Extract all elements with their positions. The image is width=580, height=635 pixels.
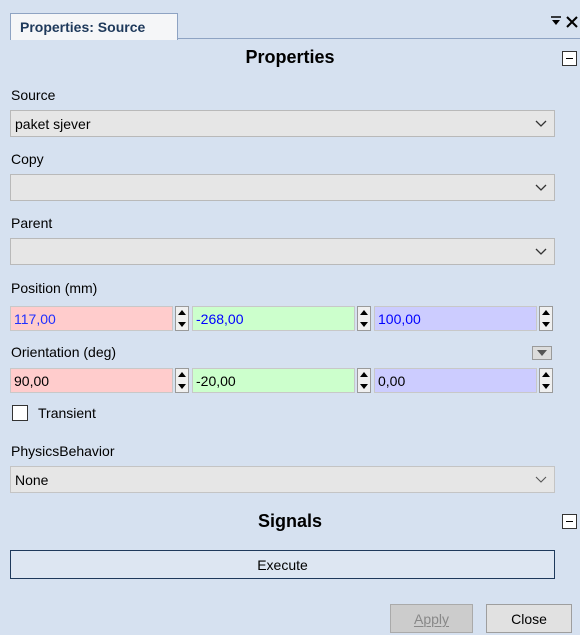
- apply-button[interactable]: Apply: [390, 604, 473, 633]
- source-label: Source: [11, 87, 56, 103]
- spin-up-icon[interactable]: [176, 307, 188, 318]
- position-x-field[interactable]: 117,00: [10, 306, 173, 331]
- spin-up-icon[interactable]: [358, 307, 370, 318]
- position-label: Position (mm): [11, 280, 98, 296]
- spin-down-icon[interactable]: [176, 319, 188, 330]
- execute-button[interactable]: Execute: [10, 550, 555, 579]
- physics-combo[interactable]: None: [10, 466, 555, 493]
- source-combo[interactable]: paket sjever: [10, 110, 555, 137]
- parent-combo[interactable]: [10, 238, 555, 265]
- physics-label: PhysicsBehavior: [11, 443, 115, 459]
- position-y-spinner[interactable]: [357, 306, 371, 331]
- chevron-down-icon[interactable]: [528, 467, 554, 492]
- chevron-down-icon[interactable]: [528, 175, 554, 200]
- close-icon[interactable]: [565, 13, 579, 31]
- orientation-x-field[interactable]: 90,00: [10, 368, 173, 393]
- transient-checkbox[interactable]: [12, 405, 28, 421]
- execute-label: Execute: [257, 556, 308, 573]
- spin-down-icon[interactable]: [176, 381, 188, 392]
- copy-combo[interactable]: [10, 174, 555, 201]
- apply-label: Apply: [413, 610, 450, 627]
- tab-properties-source[interactable]: Properties: Source: [10, 13, 178, 40]
- properties-collapse-icon[interactable]: [562, 51, 577, 66]
- chevron-down-icon[interactable]: [528, 239, 554, 264]
- spin-down-icon[interactable]: [540, 319, 552, 330]
- parent-label: Parent: [11, 215, 53, 231]
- dropdown-menu-icon[interactable]: [549, 14, 563, 30]
- physics-value: None: [15, 471, 49, 488]
- transient-label: Transient: [38, 405, 96, 421]
- spin-up-icon[interactable]: [358, 369, 370, 380]
- orientation-y-spinner[interactable]: [357, 368, 371, 393]
- close-button[interactable]: Close: [486, 604, 572, 633]
- signals-collapse-icon[interactable]: [562, 514, 577, 529]
- orientation-y-field[interactable]: -20,00: [192, 368, 355, 393]
- position-y-field[interactable]: -268,00: [192, 306, 355, 331]
- chevron-down-icon[interactable]: [528, 111, 554, 136]
- orientation-z-spinner[interactable]: [539, 368, 553, 393]
- position-z-spinner[interactable]: [539, 306, 553, 331]
- properties-header: Properties: [245, 47, 335, 67]
- position-z-field[interactable]: 100,00: [374, 306, 537, 331]
- spin-up-icon[interactable]: [176, 369, 188, 380]
- position-x-spinner[interactable]: [175, 306, 189, 331]
- orientation-options-icon[interactable]: [532, 346, 552, 360]
- source-value: paket sjever: [15, 115, 91, 132]
- spin-down-icon[interactable]: [358, 319, 370, 330]
- close-label: Close: [511, 610, 547, 627]
- spin-up-icon[interactable]: [540, 369, 552, 380]
- signals-header: Signals: [257, 511, 323, 531]
- copy-label: Copy: [11, 151, 44, 167]
- orientation-label: Orientation (deg): [11, 344, 117, 360]
- orientation-z-field[interactable]: 0,00: [374, 368, 537, 393]
- tab-bar: Properties: Source: [0, 0, 580, 40]
- tab-underline: [178, 38, 580, 39]
- spin-up-icon[interactable]: [540, 307, 552, 318]
- tab-title: Properties: Source: [20, 19, 146, 35]
- orientation-x-spinner[interactable]: [175, 368, 189, 393]
- spin-down-icon[interactable]: [358, 381, 370, 392]
- spin-down-icon[interactable]: [540, 381, 552, 392]
